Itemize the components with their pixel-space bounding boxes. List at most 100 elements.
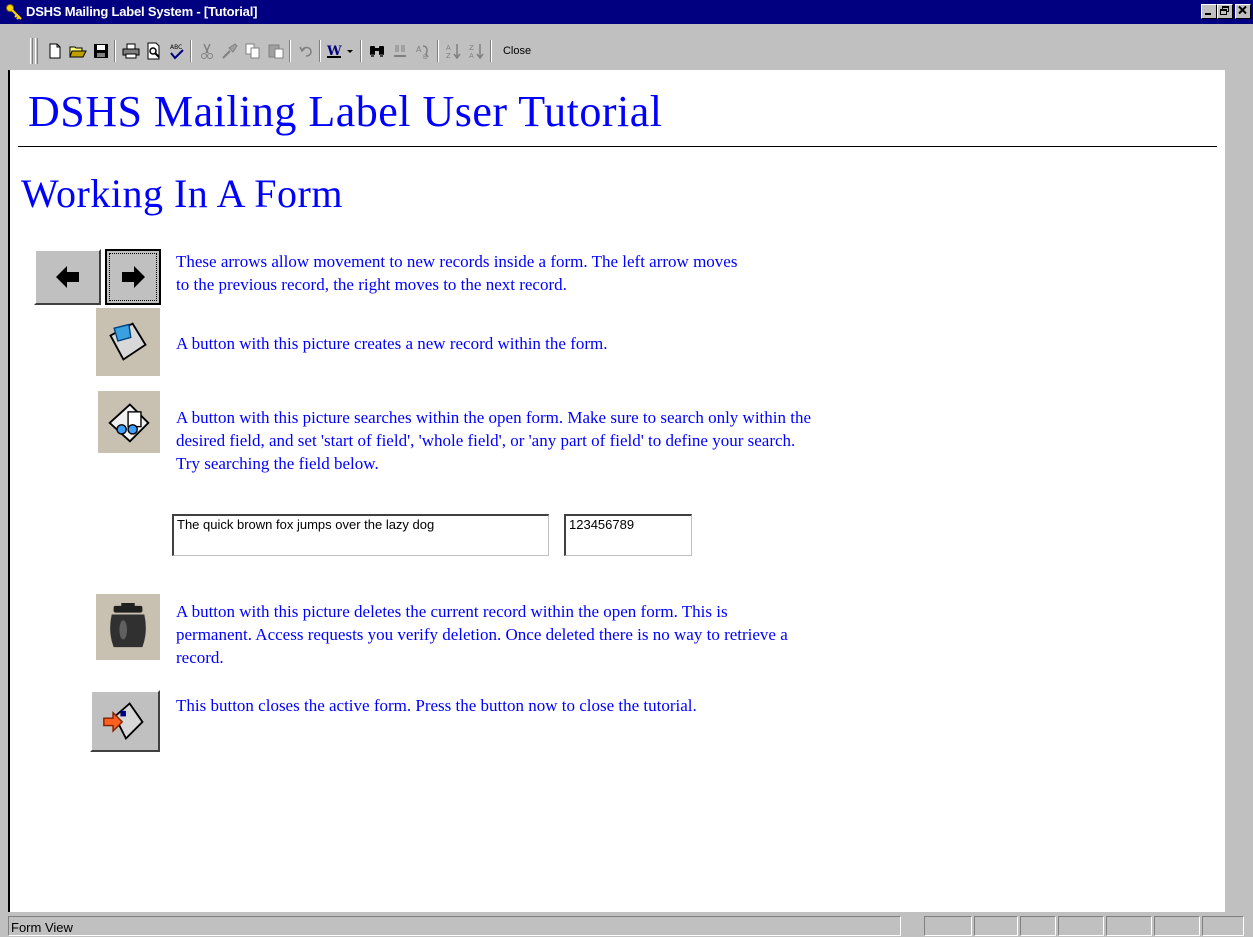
vertical-scrollbar-area — [1225, 70, 1253, 912]
svg-text:A: A — [469, 52, 474, 60]
print-button[interactable] — [119, 40, 142, 62]
format-painter-icon — [221, 43, 238, 59]
format-painter-button — [218, 40, 241, 62]
section-title: Working In A Form — [21, 171, 343, 216]
open-icon — [68, 46, 87, 58]
open-button[interactable] — [66, 40, 89, 62]
status-bar: Form View — [0, 912, 1253, 937]
save-button[interactable] — [89, 40, 112, 62]
svg-text:A: A — [416, 45, 422, 54]
close-window-button[interactable] — [1235, 4, 1251, 19]
sample-text-field[interactable]: The quick brown fox jumps over the lazy … — [172, 514, 549, 556]
arrow-left-icon — [55, 266, 79, 288]
office-links-button[interactable]: W — [323, 40, 346, 62]
chevron-down-icon — [347, 50, 353, 53]
print-preview-icon — [147, 42, 160, 60]
new-record-description: A button with this picture creates a new… — [176, 334, 608, 353]
page-title: DSHS Mailing Label User Tutorial — [28, 87, 663, 136]
delete-description-line: A button with this picture deletes the c… — [176, 602, 728, 621]
status-pane — [974, 916, 1018, 936]
svg-text:Z: Z — [446, 52, 451, 60]
divider — [18, 146, 1217, 147]
toolbar-separator — [437, 40, 439, 62]
arrows-description-line: These arrows allow movement to new recor… — [176, 252, 738, 271]
arrow-right-icon — [122, 266, 145, 288]
print-preview-button[interactable] — [142, 40, 165, 62]
cut-button — [195, 40, 218, 62]
find-description-line: Try searching the field below. — [176, 454, 379, 473]
spelling-button[interactable]: ABC — [165, 40, 188, 62]
previous-record-button[interactable] — [34, 249, 101, 305]
status-view-mode: Form View — [8, 916, 901, 936]
restore-icon — [1220, 6, 1229, 15]
print-icon — [122, 43, 139, 59]
find-button[interactable] — [365, 40, 388, 62]
focus-rect — [109, 253, 157, 301]
office-links-dropdown[interactable] — [344, 40, 356, 62]
find-record-button[interactable] — [98, 391, 160, 453]
minimize-icon — [1205, 13, 1211, 15]
new-button[interactable] — [43, 40, 66, 62]
replace-icon — [393, 45, 406, 57]
window-title: DSHS Mailing Label System - [Tutorial] — [26, 4, 258, 19]
toolbar-separator — [114, 40, 116, 62]
goto-icon: AB — [416, 45, 429, 60]
status-pane — [1058, 916, 1104, 936]
toolbar-separator — [360, 40, 362, 62]
new-record-button[interactable] — [96, 308, 160, 376]
toolbar-separator — [319, 40, 321, 62]
tutorial-form: DSHS Mailing Label User Tutorial Working… — [8, 70, 1225, 912]
toolbar-close-button[interactable]: Close — [493, 40, 541, 62]
status-pane — [1020, 916, 1056, 936]
copy-button — [241, 40, 264, 62]
delete-description-line: record. — [176, 648, 224, 667]
copy-icon — [245, 43, 259, 59]
toolbar-separator — [289, 40, 291, 62]
svg-text:Z: Z — [469, 44, 474, 52]
new-record-icon — [109, 322, 147, 361]
sort-descending-button: ZA — [465, 40, 488, 62]
delete-record-button[interactable] — [96, 594, 160, 660]
next-record-button[interactable] — [105, 249, 161, 305]
close-form-icon — [103, 702, 144, 741]
toolbar-grip[interactable] — [30, 38, 33, 64]
toolbar: ABC W AB AZ ZA Close — [0, 24, 1253, 64]
close-form-description: This button closes the active form. Pres… — [176, 696, 697, 715]
status-pane — [1202, 916, 1244, 936]
sort-ascending-icon: AZ — [446, 44, 461, 60]
toolbar-grip[interactable] — [35, 38, 38, 64]
restore-button[interactable] — [1217, 4, 1233, 19]
cut-icon — [200, 43, 213, 59]
spelling-icon: ABC — [170, 44, 184, 60]
minimize-button[interactable] — [1201, 4, 1217, 19]
new-icon — [49, 43, 60, 59]
undo-icon — [298, 46, 312, 57]
sort-descending-icon: ZA — [469, 44, 484, 60]
title-bar: DSHS Mailing Label System - [Tutorial] — [0, 0, 1253, 24]
trash-can-icon — [110, 603, 146, 648]
status-pane — [924, 916, 972, 936]
paste-button — [264, 40, 287, 62]
office-links-icon: W — [326, 44, 342, 59]
app-key-icon — [5, 3, 23, 21]
find-description-line: desired field, and set 'start of field',… — [176, 431, 796, 450]
find-record-icon — [108, 403, 150, 443]
status-pane — [1106, 916, 1152, 936]
svg-text:B: B — [423, 54, 427, 60]
find-icon — [369, 46, 384, 57]
delete-description-line: permanent. Access requests you verify de… — [176, 625, 788, 644]
save-icon — [93, 44, 108, 58]
close-form-button[interactable] — [90, 690, 160, 752]
paste-icon — [268, 44, 283, 59]
close-icon — [1238, 5, 1247, 15]
find-description-line: A button with this picture searches with… — [176, 408, 812, 427]
toolbar-separator — [190, 40, 192, 62]
status-pane — [1154, 916, 1200, 936]
replace-button — [388, 40, 411, 62]
sample-number-field[interactable]: 123456789 — [564, 514, 692, 556]
goto-button: AB — [411, 40, 434, 62]
undo-button — [294, 40, 317, 62]
arrows-description-line: to the previous record, the right moves … — [176, 275, 567, 294]
svg-text:A: A — [446, 44, 451, 52]
svg-text:ABC: ABC — [170, 44, 182, 51]
